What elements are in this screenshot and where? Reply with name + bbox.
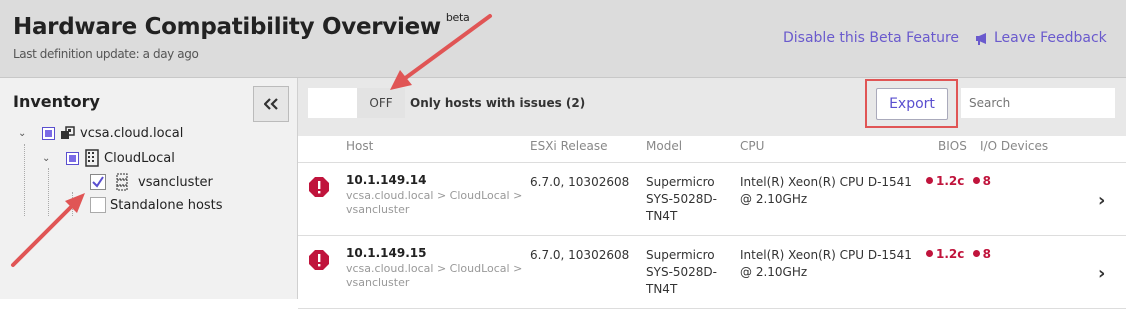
status-cell: 1.2c 8: [926, 174, 991, 188]
status-cell: 1.2c 8: [926, 247, 991, 261]
column-header-release[interactable]: ESXi Release: [530, 139, 607, 153]
release-cell: 6.7.0, 10302608: [530, 248, 630, 262]
tree-checkbox[interactable]: [90, 197, 106, 213]
io-issue-count: 8: [982, 247, 991, 261]
tree-line: [72, 192, 73, 216]
tree-checkbox[interactable]: [90, 174, 106, 190]
column-header-bios[interactable]: BIOS: [938, 139, 967, 153]
page-title: Hardware Compatibility Overview beta: [13, 11, 470, 40]
chevron-right-icon[interactable]: ›: [1098, 263, 1105, 284]
tree-line: [24, 144, 25, 216]
table-row[interactable]: 10.1.149.14 vcsa.cloud.local > CloudLoca…: [298, 163, 1126, 236]
error-icon: [309, 250, 329, 270]
column-header-model[interactable]: Model: [646, 139, 682, 153]
cluster-icon: [116, 173, 128, 191]
io-status-dot: [972, 177, 980, 184]
bios-status-dot: [926, 177, 933, 184]
table-header: Host ESXi Release Model CPU BIOS I/O Dev…: [298, 136, 1126, 163]
cpu-cell: Intel(R) Xeon(R) CPU D-1541 @ 2.10GHz: [740, 248, 912, 279]
bios-status-dot: [926, 250, 933, 257]
filter-label: Only hosts with issues (2): [410, 96, 586, 110]
hosts-table: Host ESXi Release Model CPU BIOS I/O Dev…: [298, 136, 1126, 309]
host-cell: 10.1.149.14 vcsa.cloud.local > CloudLoca…: [346, 173, 526, 217]
beta-badge: beta: [445, 11, 470, 25]
tree-item-standalone[interactable]: Standalone hosts: [90, 197, 223, 213]
disable-beta-link[interactable]: Disable this Beta Feature: [783, 30, 959, 46]
tree-checkbox[interactable]: [42, 126, 55, 140]
toggle-state: OFF: [357, 88, 405, 118]
cpu-cell: Intel(R) Xeon(R) CPU D-1541 @ 2.10GHz: [740, 175, 912, 206]
main-toolbar: OFF Only hosts with issues (2) Export: [298, 78, 1126, 136]
search-input[interactable]: [961, 88, 1115, 118]
io-issue-count: 8: [982, 174, 991, 188]
tree-line: [48, 168, 49, 216]
export-highlight-box: [865, 79, 958, 128]
tree-item-label: Standalone hosts: [110, 197, 223, 213]
datacenter-icon: [85, 149, 99, 167]
tree-item-label: vcsa.cloud.local: [80, 125, 184, 141]
bios-issue-count: 1.2c: [936, 247, 965, 261]
issues-toggle[interactable]: OFF: [308, 88, 405, 118]
vcenter-icon: [61, 126, 75, 139]
host-cell: 10.1.149.15 vcsa.cloud.local > CloudLoca…: [346, 246, 526, 290]
column-header-cpu[interactable]: CPU: [740, 139, 764, 153]
model-cell: Supermicro SYS-5028D-TN4T: [646, 248, 718, 296]
chevron-right-icon[interactable]: ›: [1098, 190, 1105, 211]
inventory-sidebar: Inventory ⌄ vcsa.cloud.local ⌄ CloudLoca…: [0, 78, 298, 299]
release-cell: 6.7.0, 10302608: [530, 175, 630, 189]
host-name: 10.1.149.15: [346, 246, 427, 260]
tree-item-cluster[interactable]: vsancluster: [90, 173, 213, 191]
model-cell: Supermicro SYS-5028D-TN4T: [646, 175, 718, 223]
chevron-down-icon[interactable]: ⌄: [42, 153, 54, 164]
tree-item-datacenter[interactable]: ⌄ CloudLocal: [42, 149, 175, 167]
host-name: 10.1.149.14: [346, 173, 427, 187]
leave-feedback-label: Leave Feedback: [994, 30, 1107, 46]
last-update-text: Last definition update: a day ago: [13, 47, 199, 61]
column-header-io[interactable]: I/O Devices: [980, 139, 1048, 153]
host-path: vcsa.cloud.local > CloudLocal > vsanclus…: [346, 189, 523, 216]
tree-item-label: CloudLocal: [104, 150, 175, 166]
checkmark-icon: [92, 176, 104, 188]
tree-item-vcenter[interactable]: ⌄ vcsa.cloud.local: [18, 125, 183, 141]
error-icon: [309, 177, 329, 197]
bios-issue-count: 1.2c: [936, 174, 965, 188]
chevron-down-icon[interactable]: ⌄: [18, 128, 30, 139]
table-row[interactable]: 10.1.149.15 vcsa.cloud.local > CloudLoca…: [298, 236, 1126, 309]
collapse-sidebar-button[interactable]: [253, 86, 289, 122]
column-header-host[interactable]: Host: [346, 139, 373, 153]
double-chevron-left-icon: [264, 98, 278, 110]
megaphone-icon: [976, 32, 986, 45]
host-path: vcsa.cloud.local > CloudLocal > vsanclus…: [346, 262, 523, 289]
tree-item-label: vsancluster: [138, 174, 213, 190]
io-status-dot: [972, 250, 980, 257]
page-header: Hardware Compatibility Overview beta Last…: [0, 0, 1126, 78]
tree-checkbox[interactable]: [66, 151, 79, 165]
leave-feedback-link[interactable]: Leave Feedback: [975, 30, 1107, 46]
inventory-title: Inventory: [13, 92, 100, 111]
